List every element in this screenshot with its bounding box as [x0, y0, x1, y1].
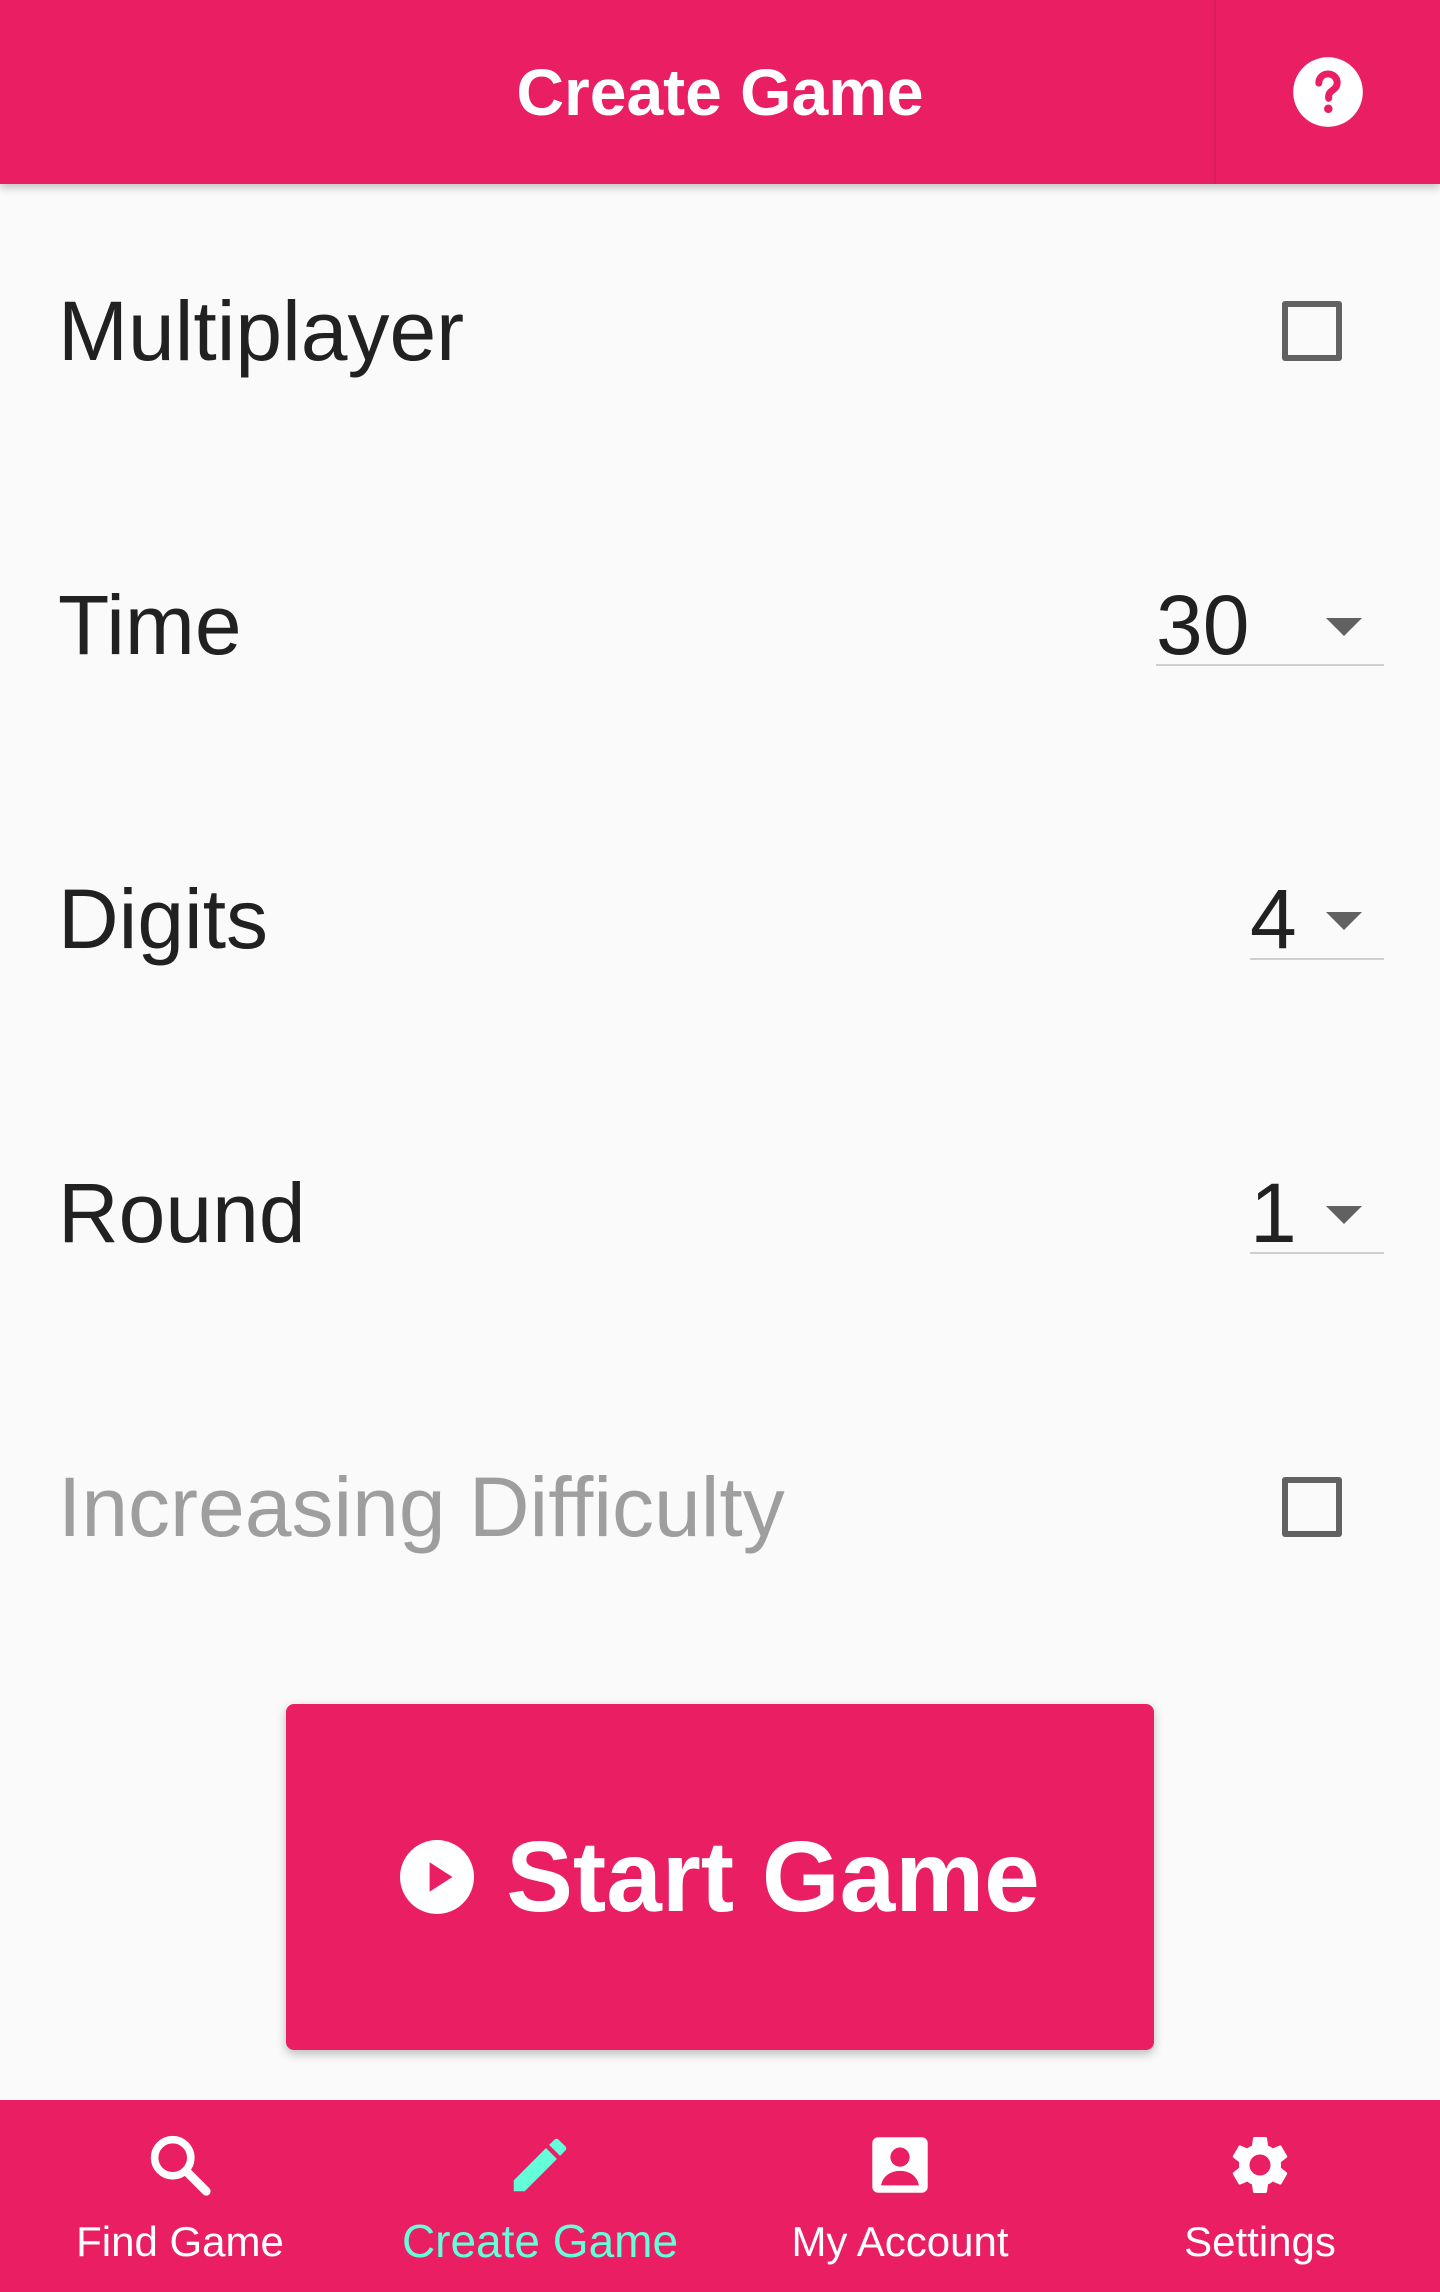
- start-game-button[interactable]: Start Game: [286, 1704, 1154, 2050]
- increasing-difficulty-row: Increasing Difficulty: [0, 1360, 1440, 1654]
- digits-row: Digits 4: [0, 772, 1440, 1066]
- nav-item-find-game[interactable]: Find Game: [0, 2100, 360, 2292]
- app-bar: Create Game: [0, 0, 1440, 184]
- nav-item-my-account[interactable]: My Account: [720, 2100, 1080, 2292]
- app-root: Create Game Multiplayer Time 30 Digits 4…: [0, 0, 1440, 2292]
- multiplayer-checkbox[interactable]: [1282, 301, 1342, 361]
- help-circle-icon: [1290, 54, 1366, 130]
- digits-label: Digits: [58, 872, 269, 966]
- digits-value: 4: [1250, 872, 1297, 966]
- digits-dropdown[interactable]: 4: [1250, 772, 1384, 1066]
- multiplayer-label: Multiplayer: [58, 284, 465, 378]
- round-row: Round 1: [0, 1066, 1440, 1360]
- nav-label-settings: Settings: [1184, 2218, 1336, 2265]
- nav-label-find-game: Find Game: [76, 2218, 284, 2265]
- time-row: Time 30: [0, 478, 1440, 772]
- bottom-navigation: Find Game Create Game My Account Setting…: [0, 2100, 1440, 2292]
- dropdown-arrow-icon: [1326, 912, 1362, 930]
- dropdown-underline: [1250, 1252, 1384, 1254]
- increasing-difficulty-checkbox[interactable]: [1282, 1477, 1342, 1537]
- nav-item-settings[interactable]: Settings: [1080, 2100, 1440, 2292]
- time-label: Time: [58, 578, 242, 672]
- account-box-icon: [865, 2130, 935, 2200]
- dropdown-underline: [1250, 958, 1384, 960]
- time-value: 30: [1156, 578, 1250, 672]
- dropdown-arrow-icon: [1326, 1206, 1362, 1224]
- nav-label-create-game: Create Game: [401, 2215, 679, 2267]
- round-dropdown[interactable]: 1: [1250, 1066, 1384, 1360]
- help-button[interactable]: [1214, 0, 1440, 184]
- multiplayer-row: Multiplayer: [0, 184, 1440, 478]
- round-value: 1: [1250, 1166, 1297, 1260]
- start-game-label: Start Game: [506, 1820, 1040, 1933]
- nav-label-my-account: My Account: [791, 2218, 1009, 2265]
- nav-item-create-game[interactable]: Create Game: [360, 2100, 720, 2292]
- dropdown-underline: [1156, 664, 1384, 666]
- pencil-icon: [505, 2130, 575, 2200]
- gear-icon: [1225, 2130, 1295, 2200]
- time-dropdown[interactable]: 30: [1156, 478, 1384, 772]
- increasing-difficulty-label: Increasing Difficulty: [58, 1460, 785, 1554]
- search-icon: [145, 2130, 215, 2200]
- play-circle-icon: [400, 1840, 475, 1914]
- round-label: Round: [58, 1166, 306, 1260]
- dropdown-arrow-icon: [1326, 618, 1362, 636]
